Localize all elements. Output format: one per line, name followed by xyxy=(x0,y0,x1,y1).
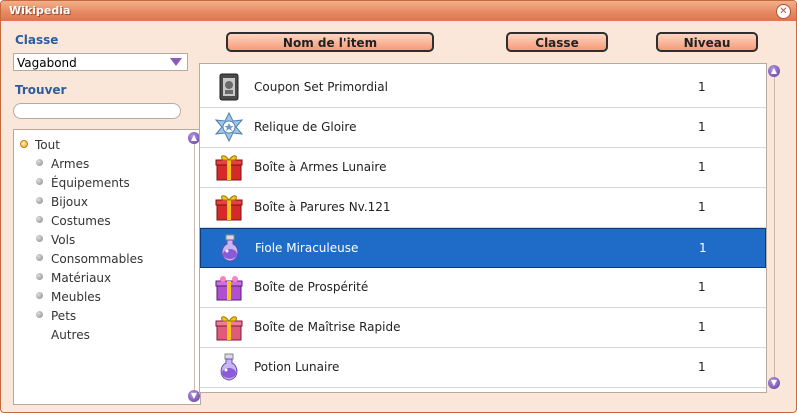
bullet-icon xyxy=(36,235,43,242)
item-level: 1 xyxy=(699,241,707,255)
tree-item[interactable]: Pets xyxy=(14,309,184,327)
title-bar[interactable]: Wikipedia ✕ xyxy=(1,1,796,21)
class-label: Classe xyxy=(15,33,59,47)
bullet-icon xyxy=(36,178,43,185)
tree-item[interactable]: Bijoux xyxy=(14,195,184,213)
list-scroll-up-icon[interactable]: ▲ xyxy=(768,65,780,77)
coupon-icon xyxy=(214,72,244,102)
item-level: 1 xyxy=(698,80,706,94)
tree-item-label: Tout xyxy=(35,138,60,152)
tree-item-label: Matériaux xyxy=(51,271,112,285)
list-scroll-track[interactable] xyxy=(774,77,775,377)
sort-by-level-button[interactable]: Niveau xyxy=(656,32,758,52)
bullet-icon xyxy=(36,254,43,261)
tree-item-label: Autres xyxy=(51,328,90,342)
gift-box-icon xyxy=(214,192,244,222)
item-name: Coupon Set Primordial xyxy=(254,80,388,94)
sort-by-class-button[interactable]: Classe xyxy=(506,32,608,52)
item-name: Relique de Gloire xyxy=(254,120,357,134)
class-select-value: Vagabond xyxy=(17,56,77,70)
bullet-icon xyxy=(36,216,43,223)
item-level: 1 xyxy=(698,160,706,174)
purple-box-icon xyxy=(214,272,244,302)
tree-item[interactable]: Matériaux xyxy=(14,271,184,289)
item-level: 1 xyxy=(698,200,706,214)
tree-item-label: Consommables xyxy=(51,252,144,266)
item-name: Boîte à Armes Lunaire xyxy=(254,160,387,174)
close-icon[interactable]: ✕ xyxy=(776,4,791,19)
category-tree: Tout Armes Équipements Bijoux Costumes Vols Co… xyxy=(13,129,201,405)
tree-item-label: Meubles xyxy=(51,290,101,304)
window-title: Wikipedia xyxy=(9,4,71,17)
list-item[interactable]: Coupon Set Primordial 1 xyxy=(200,68,766,108)
potion-icon xyxy=(214,352,244,382)
tree-item-label: Équipements xyxy=(51,176,130,190)
pink-box-icon xyxy=(214,312,244,342)
list-item[interactable]: Relique de Gloire 1 xyxy=(200,108,766,148)
item-name: Potion Lunaire xyxy=(254,360,340,374)
search-input[interactable] xyxy=(13,103,181,119)
class-select[interactable]: Vagabond xyxy=(13,53,188,71)
item-level: 1 xyxy=(698,320,706,334)
tree-item[interactable]: Costumes xyxy=(14,214,184,232)
item-name: Boîte à Parures Nv.121 xyxy=(254,200,391,214)
tree-item[interactable]: Meubles xyxy=(14,290,184,308)
item-level: 1 xyxy=(698,280,706,294)
tree-item-label: Armes xyxy=(51,157,90,171)
tree-item[interactable]: Consommables xyxy=(14,252,184,270)
list-item[interactable]: Boîte à Parures Nv.121 1 xyxy=(200,188,766,228)
left-panel: Classe Vagabond Trouver Tout Armes Équipem… xyxy=(9,27,201,405)
tree-item[interactable]: Vols xyxy=(14,233,184,251)
tree-item[interactable]: Armes xyxy=(14,157,184,175)
bullet-icon xyxy=(36,311,43,318)
item-name: Fiole Miraculeuse xyxy=(255,241,359,255)
relic-icon xyxy=(214,111,244,143)
bullet-icon xyxy=(36,197,43,204)
item-name: Boîte de Prospérité xyxy=(254,280,369,294)
tree-item-label: Costumes xyxy=(51,214,111,228)
list-scroll-down-icon[interactable]: ▼ xyxy=(768,377,780,389)
chevron-down-icon xyxy=(170,58,182,66)
tree-item-label: Vols xyxy=(51,233,76,247)
bullet-icon xyxy=(36,273,43,280)
tree-item[interactable]: Autres xyxy=(14,328,184,346)
list-item[interactable]: Boîte de Maîtrise Rapide 1 xyxy=(200,308,766,348)
tree-item[interactable]: Équipements xyxy=(14,176,184,194)
list-item[interactable]: Boîte à Armes Lunaire 1 xyxy=(200,148,766,188)
list-item-selected[interactable]: Fiole Miraculeuse 1 xyxy=(200,228,766,268)
find-label: Trouver xyxy=(15,83,67,97)
gift-box-icon xyxy=(214,152,244,182)
potion-icon xyxy=(215,233,245,263)
item-list: Coupon Set Primordial 1 Relique de Gloire 1… xyxy=(199,63,767,393)
bullet-icon xyxy=(36,159,43,166)
sort-by-name-button[interactable]: Nom de l'item xyxy=(226,32,434,52)
tree-item[interactable]: Tout xyxy=(14,138,184,156)
bullet-icon xyxy=(36,292,43,299)
item-level: 1 xyxy=(698,120,706,134)
tree-item-label: Bijoux xyxy=(51,195,88,209)
list-item[interactable]: Potion Lunaire 1 xyxy=(200,348,766,388)
item-name: Boîte de Maîtrise Rapide xyxy=(254,320,401,334)
active-bullet-icon xyxy=(20,140,28,148)
item-level: 1 xyxy=(698,360,706,374)
tree-item-label: Pets xyxy=(51,309,77,323)
tree-scroll-track[interactable] xyxy=(194,144,195,392)
list-item[interactable]: Boîte de Prospérité 1 xyxy=(200,268,766,308)
wikipedia-window: Wikipedia ✕ Classe Vagabond Trouver Tout… xyxy=(0,0,797,413)
